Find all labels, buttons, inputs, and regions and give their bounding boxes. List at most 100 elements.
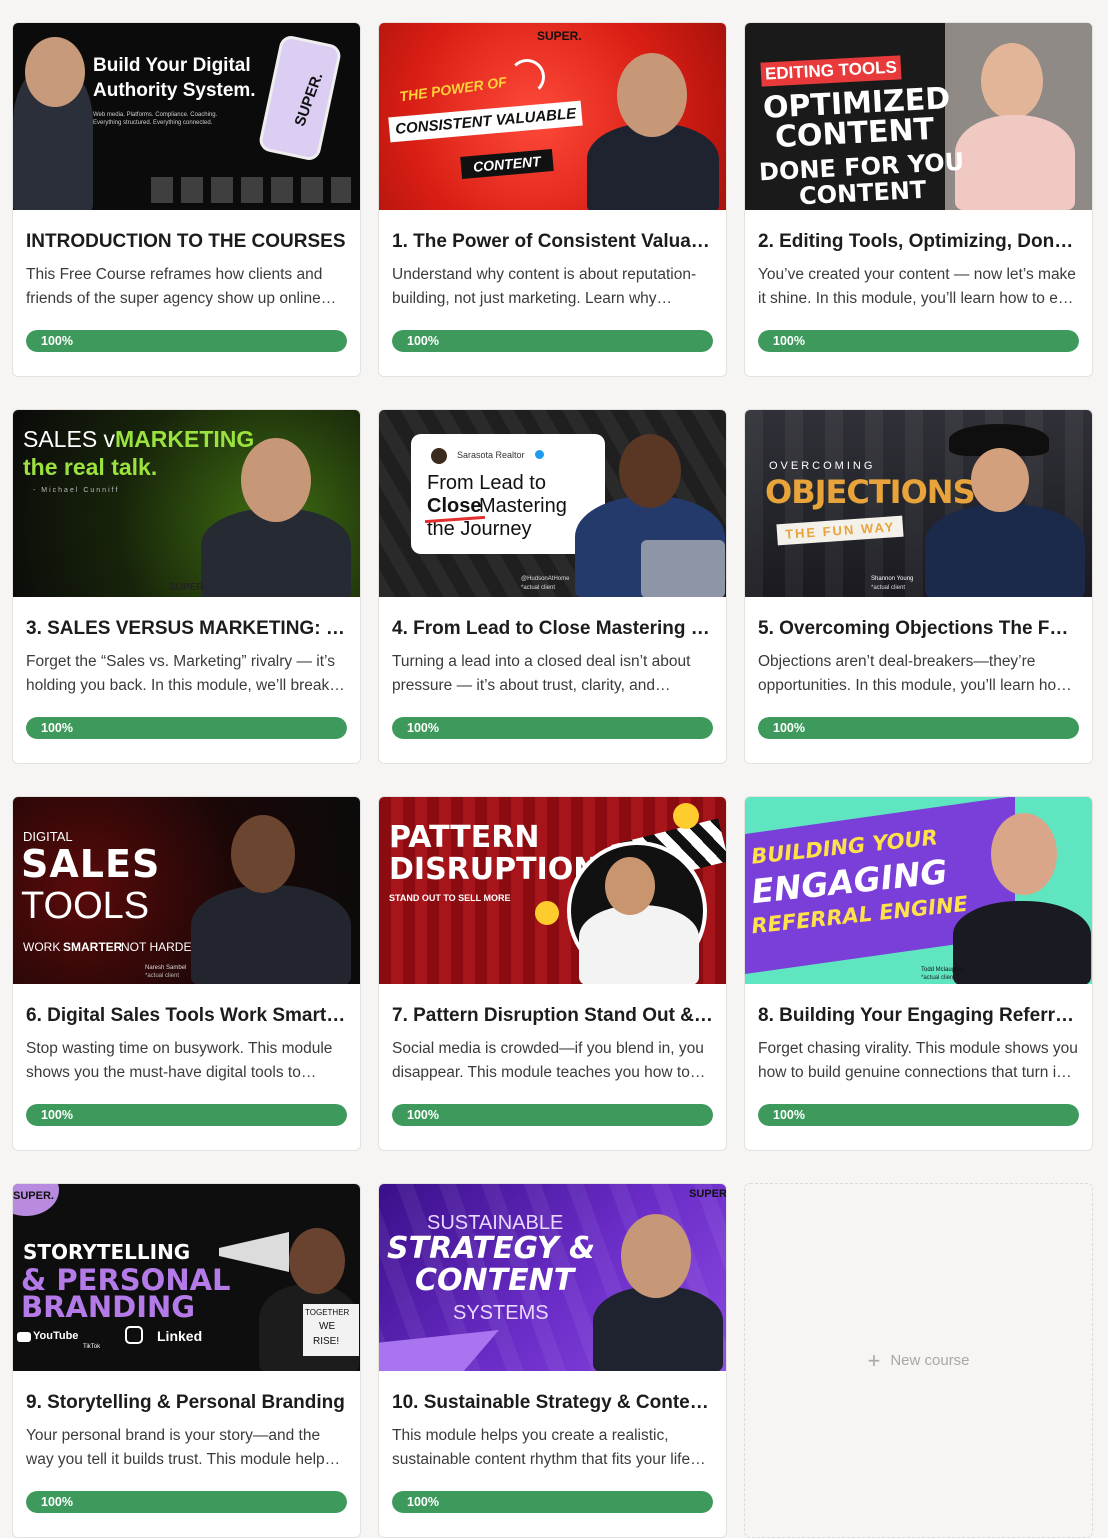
course-description: This module helps you create a realistic…	[392, 1427, 691, 1468]
presenter-figure	[575, 496, 725, 597]
thumb-line-1: STORYTELLING	[23, 1240, 191, 1264]
thumb-name-2: *actual client	[921, 975, 956, 981]
presenter-figure	[593, 1286, 723, 1371]
progress-label: 100%	[773, 721, 805, 735]
progress-bar: 100%	[758, 330, 1079, 352]
thumb-line-1: THE POWER OF	[398, 73, 508, 105]
course-card[interactable]: DIGITAL SALES TOOLS WORK SMARTER NOT HAR…	[12, 796, 361, 1151]
presenter-head	[289, 1228, 345, 1294]
progress-fill: 100%	[392, 330, 713, 352]
course-title[interactable]: 6. Digital Sales Tools Work Smart Not Ha…	[26, 1004, 347, 1028]
course-title[interactable]: 9. Storytelling & Personal Branding	[26, 1391, 347, 1415]
presenter-head	[617, 53, 687, 137]
presenter-head	[241, 438, 311, 522]
course-title[interactable]: 3. SALES VERSUS MARKETING: the real talk	[26, 617, 347, 641]
progress-bar: 100%	[26, 717, 347, 739]
progress-fill: 100%	[758, 1104, 1079, 1126]
thumb-line-4: SYSTEMS	[453, 1302, 549, 1324]
sign-text-3: RISE!	[313, 1336, 340, 1347]
course-description: This Free Course reframes how clients an…	[26, 266, 323, 307]
progress-fill: 100%	[26, 1491, 347, 1513]
presenter-head	[971, 448, 1029, 512]
progress-bar: 100%	[758, 717, 1079, 739]
tiktok-label: TikTok	[83, 1344, 101, 1350]
thumb-line-3: CONTENT	[460, 149, 554, 179]
thumb-name-2: *actual client	[145, 973, 180, 979]
course-card[interactable]: OVERCOMING OBJECTIONS THE FUN WAY Shanno…	[744, 409, 1093, 764]
purple-swoosh	[379, 1330, 499, 1371]
thumb-big: OBJECTIONS	[765, 473, 976, 511]
course-title[interactable]: 7. Pattern Disruption Stand Out & Sell M…	[392, 1004, 713, 1028]
presenter-head	[605, 857, 655, 915]
thumb-line-2: CONTENT	[774, 111, 935, 156]
presenter-head	[981, 43, 1043, 119]
course-thumbnail: SUPER. SUSTAINABLE STRATEGY & CONTENT SY…	[379, 1184, 726, 1371]
presenter-figure	[925, 504, 1085, 597]
presenter-head	[231, 815, 295, 893]
course-title[interactable]: 2. Editing Tools, Optimizing, Done For Y…	[758, 230, 1079, 254]
course-card[interactable]: BUILDING YOUR ENGAGING REFERRAL ENGINE T…	[744, 796, 1093, 1151]
course-title[interactable]: 10. Sustainable Strategy & Content Syste…	[392, 1391, 713, 1415]
course-description: Forget chasing virality. This module sho…	[758, 1040, 1078, 1081]
course-card[interactable]: Build Your Digital Authority System. Web…	[12, 22, 361, 377]
thumb-line-2: STRATEGY &	[387, 1231, 596, 1266]
course-title[interactable]: 1. The Power of Consistent Valuable Cont…	[392, 230, 713, 254]
progress-bar: 100%	[26, 1104, 347, 1126]
thumb-name: Todd Mclaughlin	[921, 967, 965, 973]
course-title[interactable]: INTRODUCTION TO THE COURSES	[26, 230, 347, 254]
thumb-subtext: Web media. Platforms. Compliance. Coachi…	[93, 112, 218, 126]
course-title[interactable]: 5. Overcoming Objections The Fun Way	[758, 617, 1079, 641]
progress-fill: 100%	[392, 1491, 713, 1513]
course-card[interactable]: Sarasota Realtor From Lead to Close Mast…	[378, 409, 727, 764]
progress-label: 100%	[407, 1495, 439, 1509]
progress-label: 100%	[41, 1108, 73, 1122]
new-course-label: New course	[890, 1352, 970, 1369]
new-course-button[interactable]: + New course	[744, 1183, 1093, 1538]
presenter-head	[25, 37, 85, 107]
course-card[interactable]: SUPER. SUSTAINABLE STRATEGY & CONTENT SY…	[378, 1183, 727, 1538]
course-description: Forget the “Sales vs. Marketing” rivalry…	[26, 653, 335, 694]
course-card[interactable]: SUPER. STORYTELLING & PERSONAL BRANDING …	[12, 1183, 361, 1538]
phone-brand-text: SUPER.	[291, 70, 327, 129]
thumb-brand: SUPER.	[169, 582, 207, 593]
presenter-figure	[955, 115, 1075, 210]
course-thumbnail: SALES v MARKETING the real talk. - Micha…	[13, 410, 360, 597]
progress-bar: 100%	[392, 1104, 713, 1126]
course-card[interactable]: SUPER. THE POWER OF CONSISTENT VALUABLE …	[378, 22, 727, 377]
thumb-line-1: From Lead to	[427, 472, 546, 494]
thumb-line-3: CONTENT	[415, 1263, 575, 1298]
progress-bar: 100%	[392, 1491, 713, 1513]
thumb-big-1: SALES	[21, 842, 161, 886]
course-title[interactable]: 8. Building Your Engaging Referral Engin…	[758, 1004, 1079, 1028]
course-card[interactable]: SALES v MARKETING the real talk. - Micha…	[12, 409, 361, 764]
progress-label: 100%	[41, 334, 73, 348]
course-title[interactable]: 4. From Lead to Close Mastering the Jour…	[392, 617, 713, 641]
progress-label: 100%	[407, 721, 439, 735]
progress-label: 100%	[41, 1495, 73, 1509]
arrow-icon	[509, 59, 545, 95]
presenter-head	[991, 813, 1057, 895]
thumb-name: Naresh Sambel	[145, 965, 187, 971]
thumb-line-2: DISRUPTION	[389, 852, 599, 887]
progress-fill: 100%	[26, 1104, 347, 1126]
progress-label: 100%	[407, 1108, 439, 1122]
course-description: Your personal brand is your story—and th…	[26, 1427, 333, 1468]
course-description: Turning a lead into a closed deal isn’t …	[392, 653, 691, 694]
post-handle: Sarasota Realtor	[457, 450, 525, 460]
course-thumbnail: EDITING TOOLS OPTIMIZED CONTENT DONE FOR…	[745, 23, 1092, 210]
thumb-ribbon: THE FUN WAY	[776, 515, 904, 546]
presenter-head	[619, 434, 681, 508]
partner-logos-strip	[151, 177, 351, 203]
thumb-line-3: BRANDING	[21, 1290, 196, 1324]
sign-text-1: TOGETHER	[305, 1308, 350, 1317]
course-card[interactable]: EDITING TOOLS OPTIMIZED CONTENT DONE FOR…	[744, 22, 1093, 377]
course-thumbnail: Build Your Digital Authority System. Web…	[13, 23, 360, 210]
progress-bar: 100%	[392, 330, 713, 352]
progress-label: 100%	[773, 1108, 805, 1122]
laugh-emoji-icon	[535, 901, 559, 925]
presenter-figure	[953, 901, 1091, 984]
course-card[interactable]: PATTERN DISRUPTION STAND OUT TO SELL MOR…	[378, 796, 727, 1151]
progress-label: 100%	[773, 334, 805, 348]
avatar	[431, 448, 447, 464]
sign-text-2: WE	[319, 1321, 336, 1332]
